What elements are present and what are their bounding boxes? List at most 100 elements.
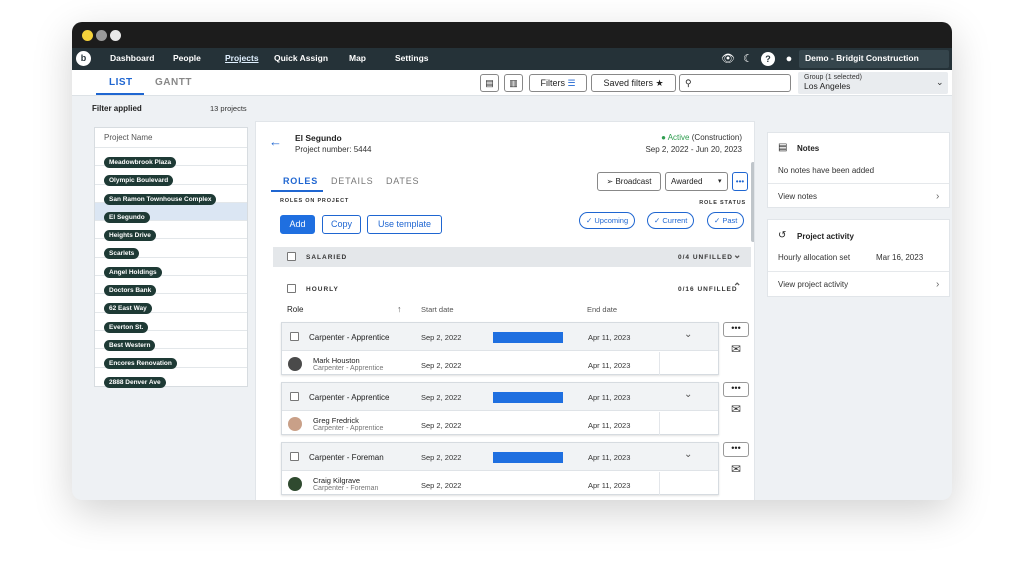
chevron-right-icon[interactable]: › — [936, 191, 939, 202]
role-status-label: ROLE STATUS — [699, 200, 746, 206]
nav-map[interactable]: Map — [349, 53, 366, 63]
person-name[interactable]: Craig Kilgrave — [313, 476, 360, 485]
salaried-section[interactable]: SALARIED 0/4 UNFILLED ⌄ — [273, 247, 751, 267]
window-zoom-dot[interactable] — [96, 30, 107, 41]
more-options-icon[interactable]: ••• — [723, 382, 749, 397]
person-name[interactable]: Mark Houston — [313, 356, 360, 365]
more-options-icon[interactable]: ••• — [723, 442, 749, 457]
export-doc-icon[interactable]: ▤ — [480, 74, 499, 92]
columns-icon[interactable]: ▥ — [504, 74, 523, 92]
chevron-down-icon[interactable]: ⌄ — [684, 449, 692, 460]
activity-panel: ↺ Project activity Hourly allocation set… — [767, 219, 950, 297]
chevron-down-icon[interactable]: ⌄ — [733, 250, 742, 261]
user-icon[interactable]: ● — [782, 52, 796, 66]
role-checkbox[interactable] — [290, 332, 299, 341]
project-pill: Meadowbrook Plaza — [104, 157, 177, 168]
nav-projects[interactable]: Projects — [225, 53, 259, 63]
column-start-date: Start date — [421, 305, 454, 314]
view-notes-link[interactable]: View notes — [778, 192, 817, 201]
filters-label: Filters — [540, 78, 565, 88]
project-row-selected[interactable]: El Segundo — [95, 202, 247, 223]
chevron-down-icon[interactable]: ⌄ — [684, 389, 692, 400]
mail-icon[interactable]: ✉ — [723, 342, 749, 357]
project-row[interactable]: Heights Drive — [95, 221, 247, 242]
role-header[interactable]: Carpenter - Apprentice Sep 2, 2022 Apr 1… — [282, 323, 718, 351]
role-header[interactable]: Carpenter - Apprentice Sep 2, 2022 Apr 1… — [282, 383, 718, 411]
project-row[interactable]: Encores Renovation — [95, 349, 247, 370]
role-checkbox[interactable] — [290, 392, 299, 401]
window-close-dot[interactable] — [110, 30, 121, 41]
role-timeline-bar[interactable] — [493, 332, 563, 343]
eye-icon[interactable]: 👁 — [721, 52, 735, 66]
view-activity-link[interactable]: View project activity — [778, 280, 848, 289]
chip-upcoming[interactable]: ✓ Upcoming — [579, 212, 636, 229]
nav-settings[interactable]: Settings — [395, 53, 429, 63]
help-icon[interactable]: ? — [761, 52, 775, 66]
tab-roles[interactable]: ROLES — [283, 176, 318, 186]
search-input[interactable]: ⚲ — [679, 74, 791, 92]
tab-list-underline — [96, 93, 144, 95]
project-row[interactable]: Best Western — [95, 331, 247, 351]
copy-button[interactable]: Copy — [322, 215, 361, 234]
role-checkbox[interactable] — [290, 452, 299, 461]
use-template-button[interactable]: Use template — [367, 215, 442, 234]
column-role[interactable]: Role — [287, 305, 303, 314]
nav-dashboard[interactable]: Dashboard — [110, 53, 154, 63]
nav-people[interactable]: People — [173, 53, 201, 63]
moon-icon[interactable]: ☾ — [741, 52, 755, 66]
saved-filters-label: Saved filters — [603, 78, 653, 88]
role-timeline-bar[interactable] — [493, 452, 563, 463]
tab-details[interactable]: DETAILS — [331, 176, 373, 186]
saved-filters-button[interactable]: Saved filters ★ — [591, 74, 676, 92]
project-pill: Olympic Boulevard — [104, 175, 174, 187]
project-row[interactable]: Doctors Bank — [95, 276, 247, 297]
person-name[interactable]: Greg Fredrick — [313, 416, 359, 425]
project-count: 13 projects — [210, 104, 247, 113]
tab-gantt[interactable]: GANTT — [155, 77, 192, 88]
hourly-checkbox[interactable] — [287, 284, 296, 293]
chip-current[interactable]: ✓ Current — [647, 212, 695, 229]
chevron-right-icon[interactable]: › — [936, 279, 939, 290]
chip-past[interactable]: ✓ Past — [707, 212, 745, 229]
person-start: Sep 2, 2022 — [421, 421, 462, 430]
back-arrow-icon[interactable]: ← — [269, 134, 282, 149]
project-row[interactable]: Everton St. — [95, 313, 247, 333]
salaried-checkbox[interactable] — [287, 252, 296, 261]
project-row[interactable]: Olympic Boulevard — [95, 166, 247, 187]
project-row[interactable]: Scarlets — [95, 239, 247, 260]
sort-arrow-icon[interactable]: ↑ — [397, 304, 402, 314]
project-row[interactable]: 2888 Denver Ave — [95, 368, 247, 388]
project-row[interactable]: Meadowbrook Plaza — [95, 148, 247, 168]
project-name-header[interactable]: Project Name — [95, 128, 247, 148]
brand-logo-icon[interactable]: b — [76, 51, 91, 66]
org-selector[interactable]: Demo - Bridgit Construction — [799, 50, 949, 68]
person-end: Apr 11, 2023 — [588, 361, 631, 370]
tab-dates[interactable]: DATES — [386, 176, 419, 186]
role-timeline-bar[interactable] — [493, 392, 563, 403]
avatar — [288, 357, 302, 371]
chevron-up-icon[interactable]: ⌃ — [733, 282, 742, 293]
mail-icon[interactable]: ✉ — [723, 462, 749, 477]
nav-quick-assign[interactable]: Quick Assign — [274, 53, 328, 63]
project-detail: ← El Segundo Project number: 5444 ● Acti… — [255, 121, 755, 500]
role-header[interactable]: Carpenter - Foreman Sep 2, 2022 Apr 11, … — [282, 443, 718, 471]
tab-list[interactable]: LIST — [109, 77, 133, 88]
more-options-icon[interactable]: ••• — [732, 172, 748, 191]
group-selector[interactable]: Group (1 selected) Los Angeles ⌄ — [798, 72, 948, 94]
filters-button[interactable]: Filters ☰ — [529, 74, 587, 92]
project-row[interactable]: Angel Holdings — [95, 258, 247, 278]
window-minimize-dot[interactable] — [82, 30, 93, 41]
hourly-section[interactable]: HOURLY 0/16 UNFILLED ⌃ — [273, 279, 751, 299]
scrollbar[interactable] — [751, 162, 754, 242]
mail-icon[interactable]: ✉ — [723, 402, 749, 417]
awarded-select[interactable]: Awarded ▾ — [665, 172, 728, 191]
chevron-down-icon[interactable]: ⌄ — [684, 329, 692, 340]
add-role-button[interactable]: Add — [280, 215, 315, 234]
project-row[interactable]: 62 East Way — [95, 294, 247, 315]
project-row[interactable]: San Ramon Townhouse Complex — [95, 185, 247, 205]
more-options-icon[interactable]: ••• — [723, 322, 749, 337]
broadcast-button[interactable]: ➢ Broadcast — [597, 172, 661, 191]
role-end: Apr 11, 2023 — [588, 333, 631, 342]
tab-roles-underline — [271, 190, 323, 192]
divider — [768, 271, 949, 272]
